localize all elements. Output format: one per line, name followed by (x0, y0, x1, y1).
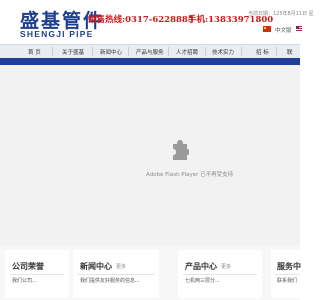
current-date: 当前日期：125年8月11日 星 (248, 11, 314, 17)
more-link[interactable]: 更多 (116, 263, 126, 270)
china-flag-icon[interactable] (263, 26, 271, 32)
panel-divider (183, 274, 257, 275)
nav-item-home[interactable]: 首 页 (28, 48, 41, 56)
nav-divider (205, 47, 206, 56)
panel-divider (78, 274, 154, 275)
panel-title: 服务中 (277, 262, 301, 271)
nav-item-technology[interactable]: 技术实力 (212, 48, 234, 56)
us-flag-icon[interactable] (296, 26, 302, 32)
panel-title: 公司荣誉 (12, 262, 44, 271)
nav-divider (241, 47, 242, 56)
flash-unsupported-message: Adobe Flash Player 已不再受支持 (146, 172, 234, 178)
nav-item-about[interactable]: 关于盛基 (62, 48, 84, 56)
nav-divider (52, 47, 53, 56)
nav-item-careers[interactable]: 人才招聘 (176, 48, 198, 56)
panel-title: 新闻中心 (80, 262, 112, 271)
panel-title: 产品中心 (185, 262, 217, 271)
panel-text: 我们公司... (12, 278, 37, 284)
panel-text[interactable]: 我们提供友好服务的信息... (80, 277, 156, 284)
panel-text[interactable]: 七机两三层分... (185, 277, 259, 284)
nav-divider (128, 47, 129, 56)
main-nav: 首 页 关于盛基 新闻中心 产品与服务 人才招聘 技术实力 招 标 联 (0, 44, 300, 59)
more-link[interactable]: 更多 (221, 263, 231, 270)
banner-strip (0, 58, 300, 65)
nav-divider (276, 47, 277, 56)
plugin-puzzle-icon (173, 140, 189, 160)
sales-hotline: 销售热线:0317-6228885 (88, 15, 194, 25)
nav-divider (168, 47, 169, 56)
nav-item-products[interactable]: 产品与服务 (136, 48, 164, 56)
logo-english: SHENGJI PIPE (20, 29, 94, 39)
panel-service: 服务中 联系我们 (271, 250, 301, 298)
panel-products: 产品中心 更多 七机两三层分... (178, 250, 262, 298)
nav-item-news[interactable]: 新闻中心 (100, 48, 122, 56)
panel-honors: 公司荣誉 我们公司... (5, 250, 69, 298)
nav-item-contact[interactable]: 联 (287, 48, 293, 56)
panel-text[interactable]: 联系我们 (277, 277, 300, 284)
panel-divider (275, 274, 300, 275)
panel-news: 新闻中心 更多 我们提供友好服务的信息... (73, 250, 159, 298)
nav-divider (92, 47, 93, 56)
nav-item-tender[interactable]: 招 标 (256, 48, 269, 56)
chinese-version-link[interactable]: 中文版 (275, 26, 292, 34)
panel-divider (10, 274, 64, 275)
site-header: 盛基管件 SHENGJI PIPE 销售热线:0317-6228885 手机:1… (0, 0, 314, 44)
flash-banner-area (0, 65, 300, 246)
